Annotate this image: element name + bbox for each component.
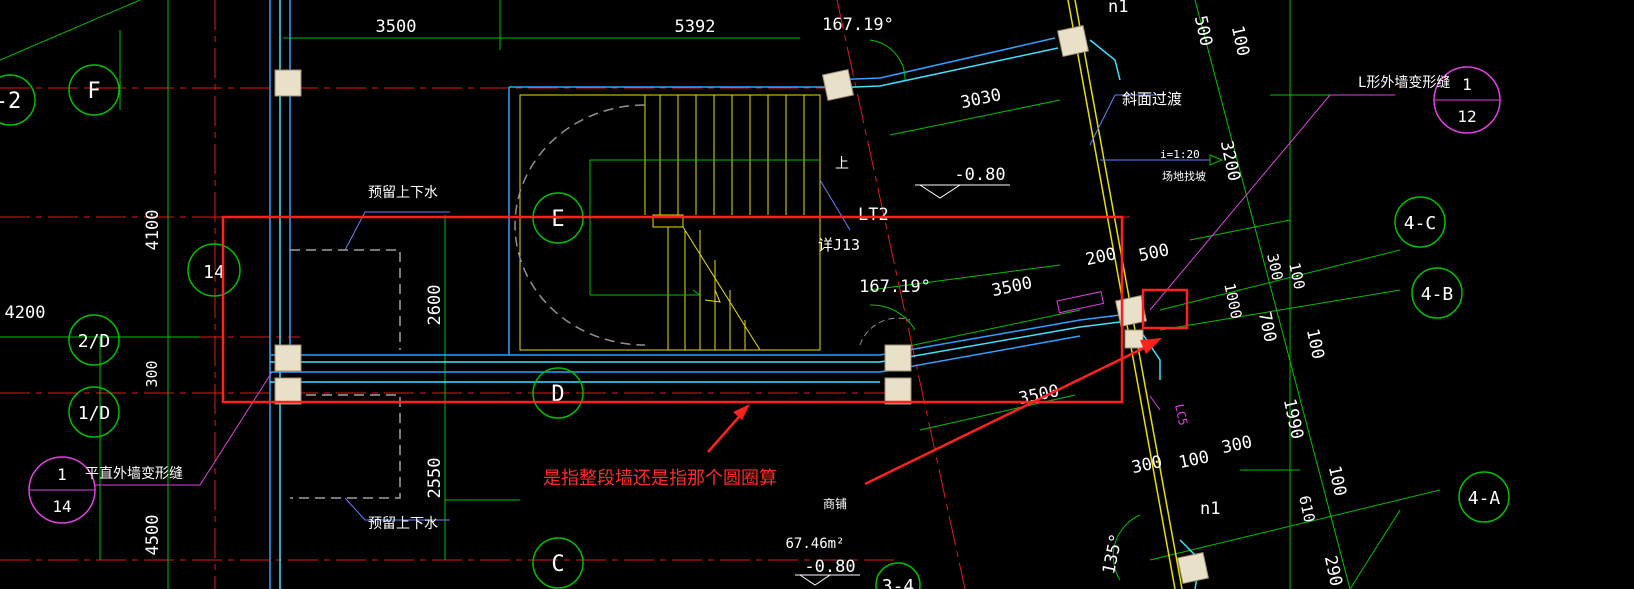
note-lt2: LT2 bbox=[858, 205, 889, 225]
note-detail-ref: 详J13 bbox=[818, 236, 860, 254]
note-up: 上 bbox=[835, 156, 849, 172]
axis-F: F bbox=[87, 79, 100, 104]
axis-1D: 1/D bbox=[78, 403, 111, 424]
note-n1-top: n1 bbox=[1108, 0, 1128, 17]
svg-text:1: 1 bbox=[1462, 75, 1472, 94]
axis-4B: 4-B bbox=[1421, 284, 1454, 305]
dim-5392: 5392 bbox=[675, 17, 716, 37]
note-flat-joint: 平直外墙变形缝 bbox=[85, 465, 183, 482]
note-level-bottom: -0.80 bbox=[804, 557, 855, 577]
axis-C: C bbox=[551, 552, 564, 577]
dim-4200: 4200 bbox=[5, 303, 46, 323]
axis-14: 14 bbox=[203, 262, 225, 283]
note-reserved-bottom: 预留上下水 bbox=[368, 516, 438, 532]
note-l-joint: L形外墙变形缝 bbox=[1358, 75, 1450, 91]
dim-3500-top: 3500 bbox=[376, 17, 417, 37]
note-ramp: i=1:20 bbox=[1160, 148, 1200, 161]
cad-floor-plan: F E D C 14 2/D 1/D -2 4-C 4-B 4-A 3-4 1 … bbox=[0, 0, 1634, 589]
svg-text:1: 1 bbox=[57, 465, 67, 484]
dim-4500: 4500 bbox=[143, 515, 163, 556]
note-level-top: -0.80 bbox=[954, 165, 1005, 185]
svg-text:14: 14 bbox=[52, 497, 71, 516]
axis-2D: 2/D bbox=[78, 331, 111, 352]
axis-4C: 4-C bbox=[1404, 213, 1437, 234]
axis-3-4: 3-4 bbox=[882, 576, 915, 589]
axis-E: E bbox=[551, 207, 564, 232]
note-slope: 斜面过渡 bbox=[1122, 90, 1182, 108]
note-n1-bottom: n1 bbox=[1200, 499, 1220, 519]
annotation-question: 是指整段墙还是指那个圆圈算 bbox=[543, 468, 777, 489]
dim-angle-top: 167.19° bbox=[822, 15, 894, 35]
note-shop: 商铺 bbox=[823, 496, 847, 511]
axis-minus2: -2 bbox=[0, 89, 21, 114]
note-area: 67.46m² bbox=[785, 536, 844, 552]
note-ramp-2: 场地找坡 bbox=[1162, 169, 1206, 183]
dim-angle-mid: 167.19° bbox=[859, 277, 931, 297]
axis-4A: 4-A bbox=[1468, 488, 1501, 509]
dim-300-left: 300 bbox=[143, 360, 161, 387]
dim-4100: 4100 bbox=[143, 210, 163, 251]
note-reserved-top: 预留上下水 bbox=[368, 185, 438, 201]
svg-text:12: 12 bbox=[1457, 107, 1476, 126]
dim-2550: 2550 bbox=[425, 458, 445, 499]
dim-2600: 2600 bbox=[425, 285, 445, 326]
